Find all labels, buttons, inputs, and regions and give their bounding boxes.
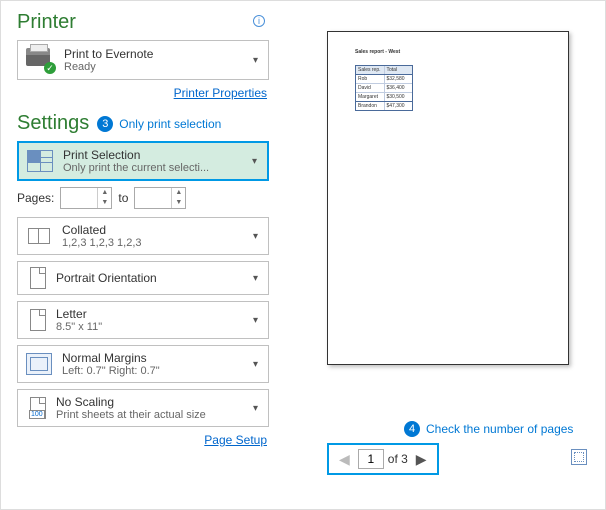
pages-label: Pages: <box>17 191 54 205</box>
margins-title: Normal Margins <box>62 351 160 365</box>
step-4-badge: 4 <box>404 421 420 437</box>
preview-table: Sales rep. Total Rob$32,580 David$36,400… <box>355 65 413 111</box>
margins-select[interactable]: Normal Margins Left: 0.7" Right: 0.7" ▾ <box>17 345 269 383</box>
pages-to-input[interactable]: ▲▼ <box>134 187 186 209</box>
page-setup-link[interactable]: Page Setup <box>204 433 267 447</box>
prev-page-button[interactable]: ◀ <box>335 451 354 468</box>
collation-select[interactable]: Collated 1,2,3 1,2,3 1,2,3 ▾ <box>17 217 269 255</box>
chevron-down-icon: ▾ <box>252 156 257 167</box>
next-page-button[interactable]: ▶ <box>412 451 431 468</box>
collation-sub: 1,2,3 1,2,3 1,2,3 <box>62 237 142 249</box>
scaling-sub: Print sheets at their actual size <box>56 409 206 421</box>
margins-sub: Left: 0.7" Right: 0.7" <box>62 365 160 377</box>
printer-section-title: Printer <box>17 11 269 34</box>
printer-properties-link[interactable]: Printer Properties <box>174 86 267 100</box>
current-page-input[interactable] <box>358 449 384 469</box>
selection-grid-icon <box>27 150 53 172</box>
chevron-down-icon: ▾ <box>253 315 258 326</box>
printer-status: Ready <box>64 61 153 73</box>
scaling-title: No Scaling <box>56 395 206 409</box>
print-area-select[interactable]: Print Selection Only print the current s… <box>17 141 269 181</box>
paper-size-select[interactable]: Letter 8.5" x 11" ▾ <box>17 301 269 339</box>
info-icon[interactable]: i <box>253 15 265 27</box>
pages-from-input[interactable]: ▲▼ <box>60 187 112 209</box>
print-preview: Sales report - West Sales rep. Total Rob… <box>327 31 569 365</box>
chevron-down-icon: ▾ <box>253 231 258 242</box>
chevron-down-icon: ▾ <box>253 55 258 66</box>
margins-icon <box>26 353 52 375</box>
chevron-down-icon: ▾ <box>253 273 258 284</box>
step-3-annotation: Only print selection <box>119 117 221 131</box>
spin-down-icon[interactable]: ▼ <box>172 198 185 208</box>
spin-up-icon[interactable]: ▲ <box>172 188 185 198</box>
portrait-icon <box>30 267 46 289</box>
orientation-select[interactable]: Portrait Orientation ▾ <box>17 261 269 295</box>
printer-icon: ✓ <box>26 48 54 72</box>
scaling-icon: 100 <box>30 397 46 419</box>
chevron-down-icon: ▾ <box>253 359 258 370</box>
collation-title: Collated <box>62 223 142 237</box>
settings-section-title: Settings <box>17 112 89 135</box>
step-3-badge: 3 <box>97 116 113 132</box>
page-icon <box>30 309 46 331</box>
printer-select[interactable]: ✓ Print to Evernote Ready ▾ <box>17 40 269 80</box>
page-total-label: of 3 <box>388 452 408 466</box>
scaling-select[interactable]: 100 No Scaling Print sheets at their act… <box>17 389 269 427</box>
chevron-down-icon: ▾ <box>253 403 258 414</box>
preview-doc-title: Sales report - West <box>355 49 400 55</box>
print-area-title: Print Selection <box>63 148 209 162</box>
paper-title: Letter <box>56 307 102 321</box>
printer-name: Print to Evernote <box>64 47 153 61</box>
spin-up-icon[interactable]: ▲ <box>98 188 111 198</box>
page-navigation: ◀ of 3 ▶ <box>327 443 439 475</box>
print-area-sub: Only print the current selecti... <box>63 162 209 174</box>
pages-to-label: to <box>118 191 128 205</box>
spin-down-icon[interactable]: ▼ <box>98 198 111 208</box>
collated-icon <box>26 225 52 247</box>
step-4-annotation: Check the number of pages <box>426 422 573 436</box>
orientation-title: Portrait Orientation <box>56 271 157 285</box>
paper-sub: 8.5" x 11" <box>56 321 102 333</box>
show-margins-button[interactable] <box>571 449 587 465</box>
